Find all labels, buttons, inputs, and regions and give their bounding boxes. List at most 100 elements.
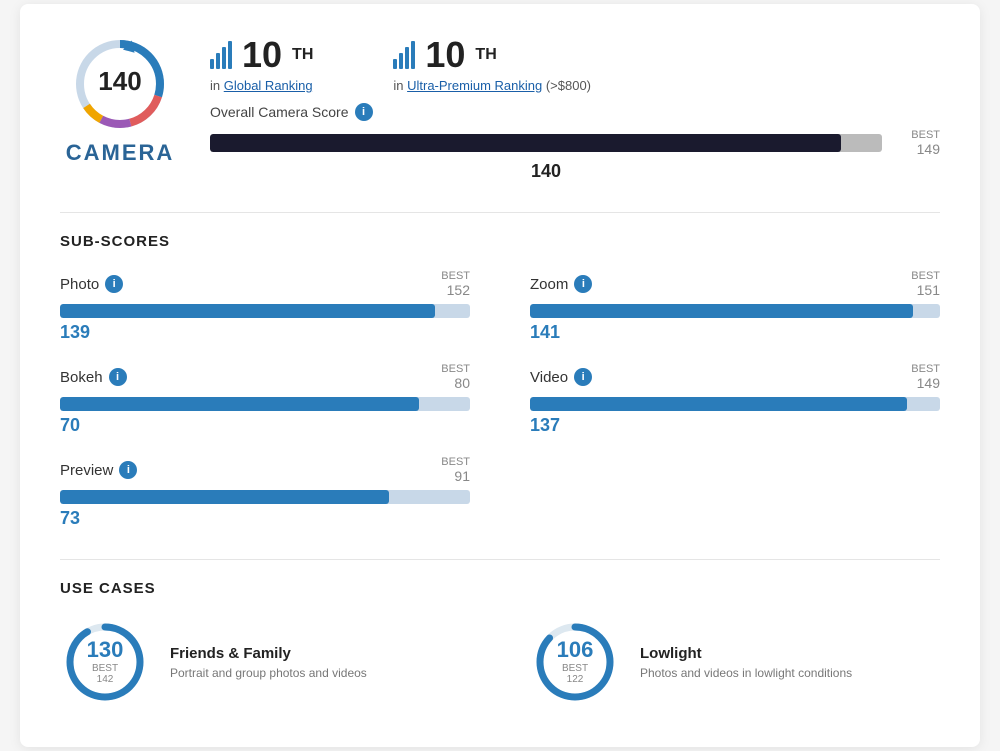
global-rank-suffix: TH [292,46,313,64]
overall-bar-bg [210,134,882,152]
use-case-desc: Photos and videos in lowlight conditions [640,666,852,680]
sub-score-header: Video i BEST 149 [530,363,940,391]
sub-score-zoom: Zoom i BEST 151 141 [530,270,940,343]
overall-best-val: 149 [890,141,940,157]
overall-bar-labels: 140 [210,161,940,182]
use-case-info: Friends & Family Portrait and group phot… [170,645,367,680]
use-case-friends-&-family: 130 BEST 142 Friends & Family Portrait a… [60,617,470,707]
sub-score-name: Photo i [60,275,123,293]
rankings-overall: 10 TH in Global Ranking [210,34,940,182]
overall-label: Overall Camera Score i [210,103,940,121]
sub-score-value: 70 [60,415,470,436]
use-case-name: Lowlight [640,645,852,662]
sub-score-name: Video i [530,368,592,386]
sub-score-header: Zoom i BEST 151 [530,270,940,298]
global-rank-label: in Global Ranking [210,78,313,93]
sub-score-bar-wrap [530,397,940,411]
overall-bar-fill [210,134,841,152]
sub-score-video: Video i BEST 149 137 [530,363,940,436]
sub-score-bar-fill [60,490,389,504]
use-case-lowlight: 106 BEST 122 Lowlight Photos and videos … [530,617,940,707]
donut-wrap: 130 BEST 142 [60,617,150,707]
donut-center: 130 BEST 142 [83,639,128,685]
sub-score-bar-bg [60,397,470,411]
overall-bar-wrap: BEST 149 140 [210,129,940,182]
global-ranking-item: 10 TH in Global Ranking [210,34,313,93]
global-ranking-link[interactable]: Global Ranking [224,78,313,93]
sub-score-value: 141 [530,322,940,343]
sub-score-value: 73 [60,508,470,529]
main-card: 140 CAMERA 10 TH [20,4,980,747]
sub-score-best: BEST 149 [911,363,940,391]
ranking-row: 10 TH in Global Ranking [210,34,940,93]
sub-score-name: Bokeh i [60,368,127,386]
overall-info-icon[interactable]: i [355,103,373,121]
divider-1 [60,212,940,213]
use-cases-title: USE CASES [60,580,940,597]
ultra-rank-suffix: TH [475,46,496,64]
sub-score-best: BEST 152 [441,270,470,298]
sub-score-bar-fill [60,304,435,318]
ultra-ranking-extra: (>$800) [546,78,591,93]
use-case-info: Lowlight Photos and videos in lowlight c… [640,645,852,680]
use-cases-grid: 130 BEST 142 Friends & Family Portrait a… [60,617,940,707]
overall-best-label: BEST [890,129,940,141]
sub-score-bar-bg [60,490,470,504]
logo-circle: 140 [70,34,170,134]
sub-score-best: BEST 80 [441,363,470,391]
sub-score-photo: Photo i BEST 152 139 [60,270,470,343]
sub-score-bar-fill [530,304,913,318]
sub-score-bokeh: Bokeh i BEST 80 70 [60,363,470,436]
sub-score-preview: Preview i BEST 91 73 [60,456,470,529]
donut-score: 106 [553,639,598,661]
sub-score-bar-fill [60,397,419,411]
ultra-ranking-main: 10 TH [393,34,591,76]
sub-score-bar-fill [530,397,907,411]
logo-wrap: 140 CAMERA [60,34,180,166]
bar-chart-icon-ultra [393,41,415,69]
bokeh-info-icon[interactable]: i [109,368,127,386]
ultra-rank-label: in Ultra-Premium Ranking (>$800) [393,78,591,93]
sub-score-bar-bg [60,304,470,318]
sub-score-header: Photo i BEST 152 [60,270,470,298]
bar-chart-icon-global [210,41,232,69]
use-case-desc: Portrait and group photos and videos [170,666,367,680]
overall-section: Overall Camera Score i BEST 149 [210,103,940,182]
sub-score-bar-bg [530,304,940,318]
global-ranking-main: 10 TH [210,34,313,76]
ultra-ranking-item: 10 TH in Ultra-Premium Ranking (>$800) [393,34,591,93]
video-info-icon[interactable]: i [574,368,592,386]
svg-text:140: 140 [98,66,141,96]
sub-score-best: BEST 91 [441,456,470,484]
logo-label: CAMERA [66,140,175,166]
preview-info-icon[interactable]: i [119,461,137,479]
global-rank-number: 10 [242,34,282,76]
use-case-name: Friends & Family [170,645,367,662]
sub-score-bar-wrap [60,490,470,504]
sub-scores-grid: Photo i BEST 152 139 Zoom i [60,270,940,529]
sub-score-name: Zoom i [530,275,592,293]
sub-score-bar-wrap [60,397,470,411]
donut-best: BEST 142 [83,663,128,685]
divider-2 [60,559,940,560]
donut-score: 130 [83,639,128,661]
zoom-info-icon[interactable]: i [574,275,592,293]
sub-score-value: 139 [60,322,470,343]
sub-scores-title: SUB-SCORES [60,233,940,250]
donut-center: 106 BEST 122 [553,639,598,685]
ultra-ranking-link[interactable]: Ultra-Premium Ranking [407,78,542,93]
donut-wrap: 106 BEST 122 [530,617,620,707]
donut-best: BEST 122 [553,663,598,685]
sub-score-header: Bokeh i BEST 80 [60,363,470,391]
ultra-rank-number: 10 [425,34,465,76]
photo-info-icon[interactable]: i [105,275,123,293]
header-section: 140 CAMERA 10 TH [60,34,940,182]
sub-score-header: Preview i BEST 91 [60,456,470,484]
overall-score-value: 140 [531,161,561,182]
sub-score-value: 137 [530,415,940,436]
sub-score-best: BEST 151 [911,270,940,298]
sub-score-bar-bg [530,397,940,411]
sub-score-name: Preview i [60,461,137,479]
sub-score-bar-wrap [530,304,940,318]
sub-score-bar-wrap [60,304,470,318]
